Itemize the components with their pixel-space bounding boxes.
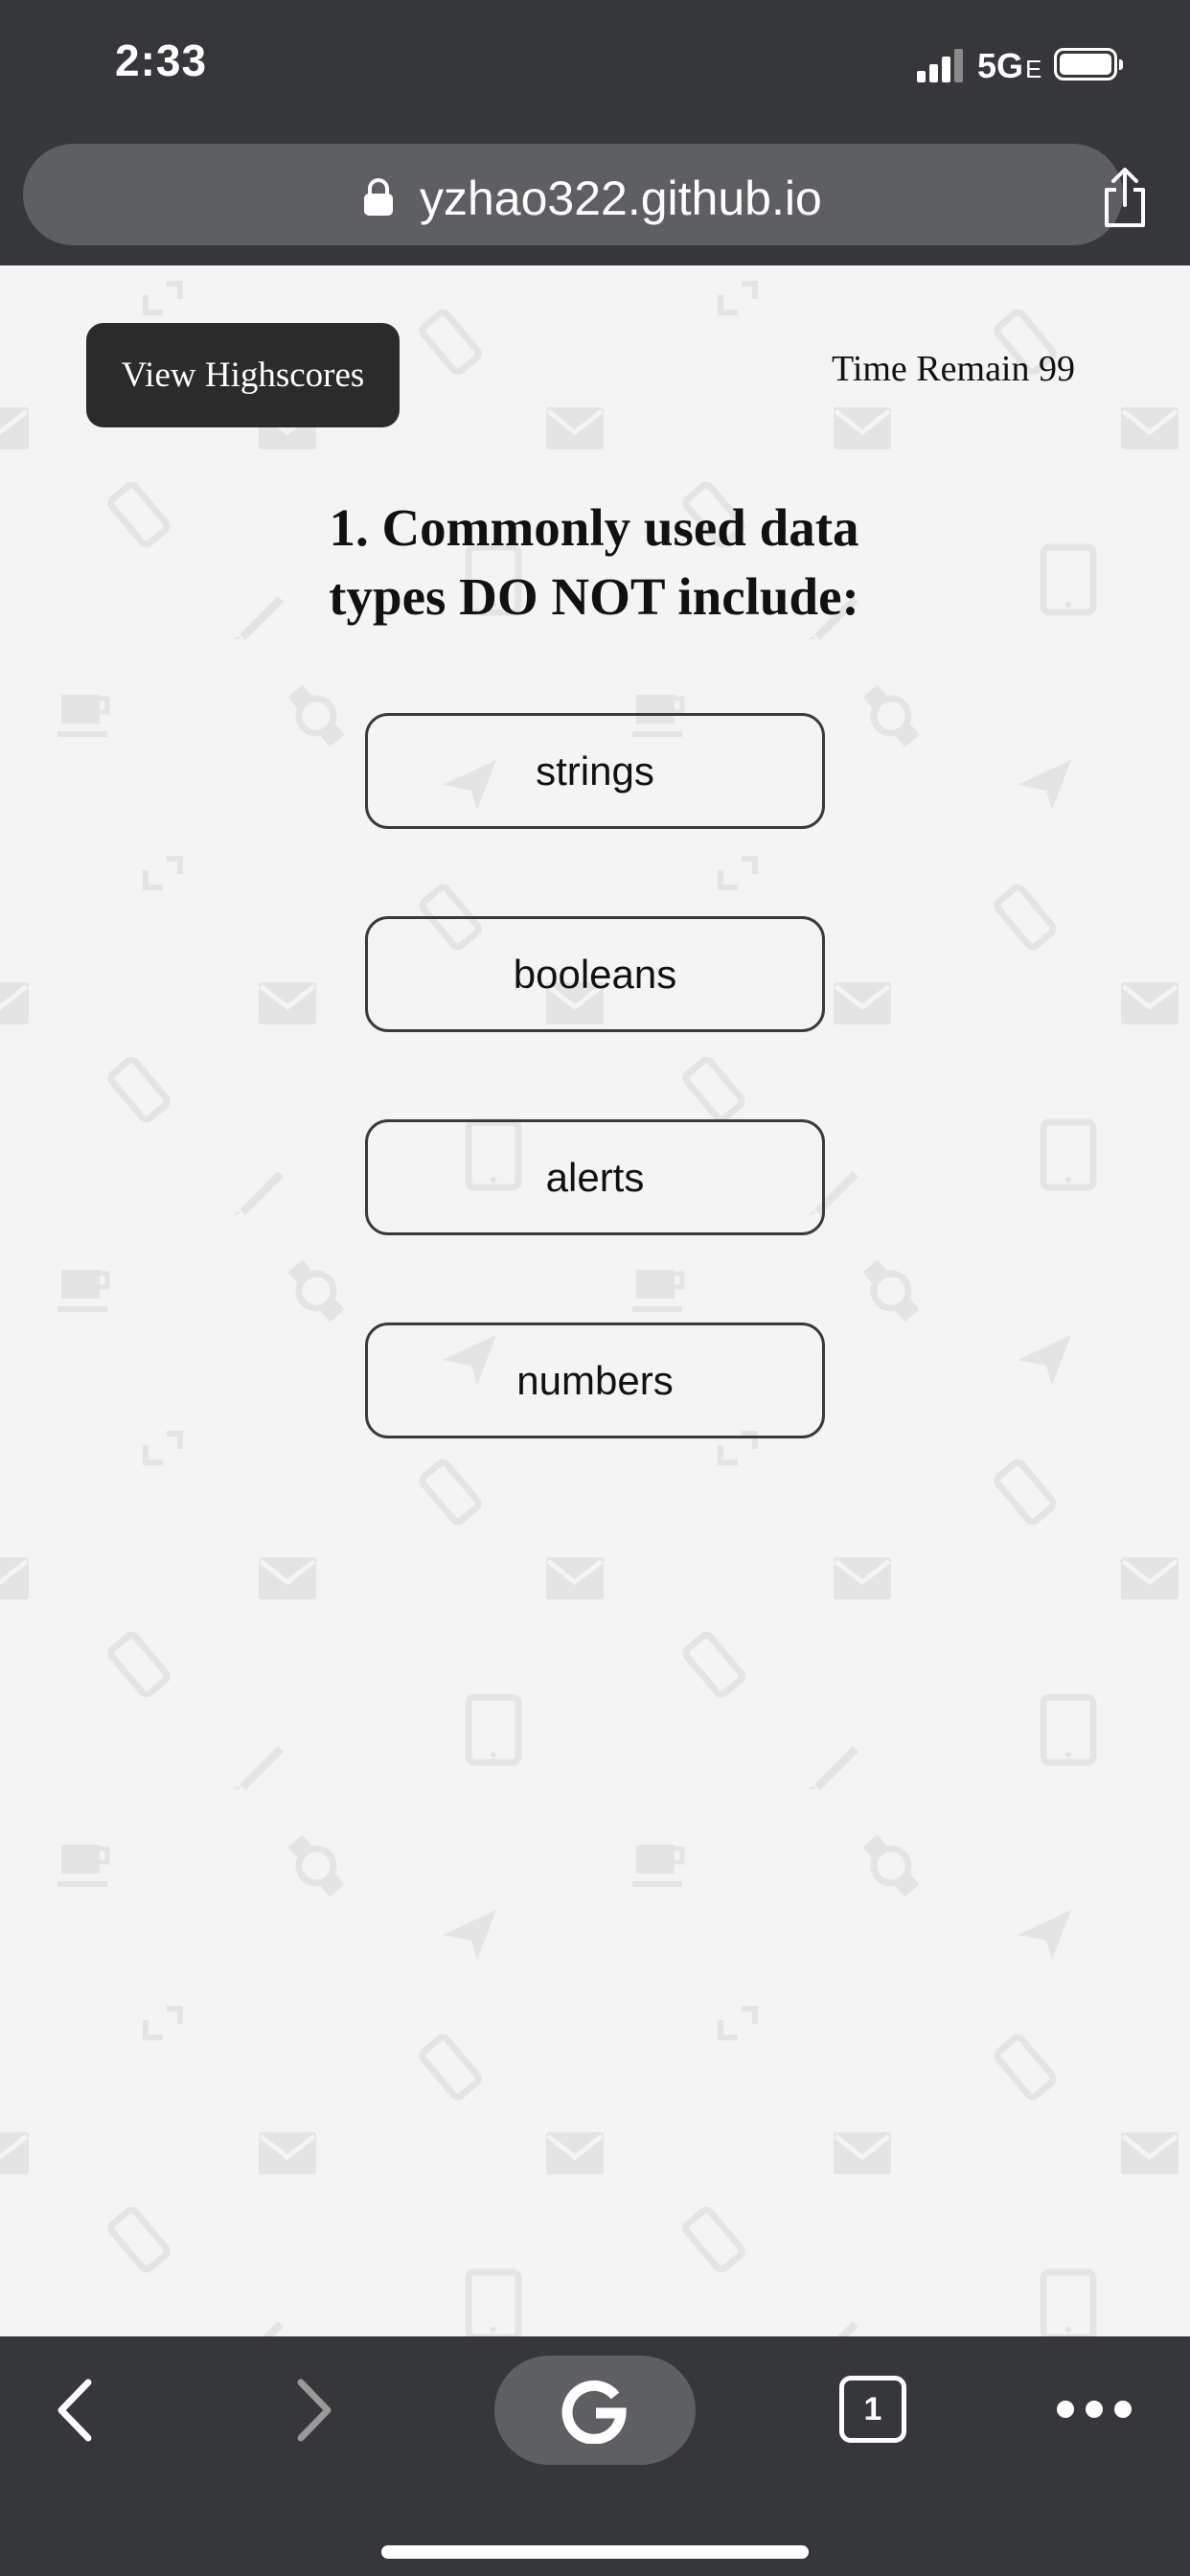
view-highscores-button[interactable]: View Highscores xyxy=(86,323,400,427)
status-time: 2:33 xyxy=(115,35,208,85)
answer-button[interactable]: booleans xyxy=(365,916,825,1032)
back-icon[interactable] xyxy=(52,2377,100,2444)
answer-button[interactable]: numbers xyxy=(365,1322,825,1438)
time-remaining: Time Remain 99 xyxy=(831,349,1075,389)
google-button[interactable] xyxy=(494,2356,696,2465)
home-indicator xyxy=(381,2545,809,2559)
network-indicator: 5GE xyxy=(977,46,1041,86)
address-bar[interactable]: yzhao322.github.io xyxy=(23,144,1145,245)
browser-address-area: yzhao322.github.io xyxy=(0,134,1190,265)
tabs-icon[interactable]: 1 xyxy=(839,2376,906,2443)
quiz-page: View Highscores Time Remain 99 1. Common… xyxy=(0,265,1190,2336)
battery-icon xyxy=(1054,48,1123,80)
forward-icon[interactable] xyxy=(289,2377,337,2444)
url-text: yzhao322.github.io xyxy=(420,172,822,225)
browser-toolbar: 1 xyxy=(0,2336,1190,2576)
signal-icon xyxy=(917,48,965,82)
question-text: 1. Commonly used data types DO NOT inclu… xyxy=(329,498,859,626)
network-suffix: E xyxy=(1025,55,1042,83)
lock-icon xyxy=(364,178,393,216)
more-icon[interactable] xyxy=(1054,2398,1134,2421)
google-icon xyxy=(561,2380,627,2444)
share-icon[interactable] xyxy=(1098,167,1152,230)
answer-button[interactable]: alerts xyxy=(365,1119,825,1235)
answer-button[interactable]: strings xyxy=(365,713,825,829)
network-label: 5G xyxy=(977,46,1024,85)
status-bar: 2:33 5GE xyxy=(0,0,1190,134)
